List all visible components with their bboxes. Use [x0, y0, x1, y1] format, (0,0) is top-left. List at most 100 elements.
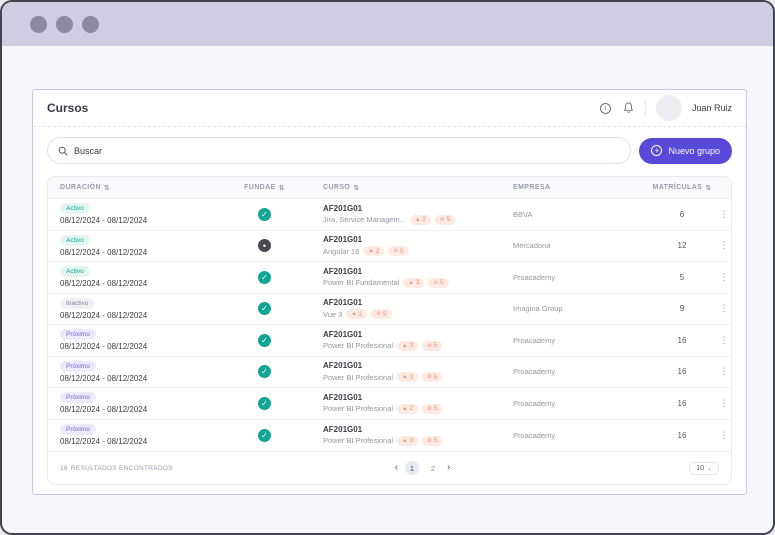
row-menu-button[interactable]: ⋮ — [713, 430, 732, 441]
course-badge-1: ▲2 — [397, 404, 418, 414]
duration-dates: 08/12/2024 - 08/12/2024 — [60, 279, 206, 288]
course-name: Power BI Fundamental — [323, 278, 399, 287]
row-menu-button[interactable]: ⋮ — [713, 240, 732, 251]
row-menu-button[interactable]: ⋮ — [713, 366, 732, 377]
fundae-status-icon: ✓ — [258, 208, 271, 221]
window-control-dot[interactable] — [56, 16, 73, 33]
info-icon[interactable]: i — [599, 102, 612, 115]
badge1-value: 3 — [410, 342, 414, 349]
status-badge: Próximo — [60, 361, 96, 372]
column-header-fundae[interactable]: FUNDAE⇅ — [206, 184, 323, 192]
row-menu-button[interactable]: ⋮ — [713, 209, 732, 220]
fundae-status-icon: • — [258, 239, 271, 252]
course-name: Vue 3 — [323, 310, 342, 319]
column-header-curso[interactable]: CURSO⇅ — [323, 184, 513, 192]
badge1-value: 3 — [410, 437, 414, 444]
course-badge-2: ⊘5 — [428, 278, 448, 288]
warning-icon: ▲ — [402, 406, 407, 412]
status-badge: Inactivo — [60, 298, 94, 309]
duration-cell: Activo 08/12/2024 - 08/12/2024 — [48, 266, 206, 288]
page-button-1[interactable]: 1 — [405, 461, 419, 475]
slash-icon: ⊘ — [427, 438, 432, 444]
search-box[interactable] — [47, 137, 631, 164]
bell-icon[interactable] — [622, 102, 635, 115]
duration-cell: Inactivo 08/12/2024 - 08/12/2024 — [48, 298, 206, 320]
search-input[interactable] — [74, 146, 620, 156]
duration-dates: 08/12/2024 - 08/12/2024 — [60, 374, 206, 383]
fundae-cell: ✓ — [206, 397, 323, 410]
table-row[interactable]: Activo 08/12/2024 - 08/12/2024 ✓ AF201G0… — [48, 199, 731, 231]
fundae-status-icon: ✓ — [258, 429, 271, 442]
fundae-cell: ✓ — [206, 271, 323, 284]
row-menu-button[interactable]: ⋮ — [713, 398, 732, 409]
table-row[interactable]: Próximo 08/12/2024 - 08/12/2024 ✓ AF201G… — [48, 388, 731, 420]
page-size-select[interactable]: 10 ⌄ — [689, 462, 719, 475]
duration-cell: Próximo 08/12/2024 - 08/12/2024 — [48, 329, 206, 351]
course-badge-1: ▲3 — [397, 436, 418, 446]
sort-icon[interactable]: ⇅ — [705, 184, 711, 192]
fundae-cell: ✓ — [206, 208, 323, 221]
sort-icon[interactable]: ⇅ — [104, 184, 110, 192]
course-name: Angular 16 — [323, 247, 359, 256]
table-row[interactable]: Próximo 08/12/2024 - 08/12/2024 ✓ AF201G… — [48, 357, 731, 389]
table-row[interactable]: Activo 08/12/2024 - 08/12/2024 • AF201G0… — [48, 231, 731, 263]
badge1-value: 2 — [376, 248, 380, 255]
slash-icon: ⊘ — [427, 374, 432, 380]
course-code: AF201G01 — [323, 361, 513, 370]
enrollment-count: 6 — [651, 210, 713, 219]
row-menu-button[interactable]: ⋮ — [713, 335, 732, 346]
header-divider — [645, 100, 646, 116]
table-row[interactable]: Inactivo 08/12/2024 - 08/12/2024 ✓ AF201… — [48, 294, 731, 326]
table-row[interactable]: Activo 08/12/2024 - 08/12/2024 ✓ AF201G0… — [48, 262, 731, 294]
table-row[interactable]: Próximo 08/12/2024 - 08/12/2024 ✓ AF201G… — [48, 420, 731, 452]
chevron-down-icon: ⌄ — [707, 465, 712, 472]
avatar[interactable] — [656, 95, 682, 121]
new-group-button[interactable]: + Nuevo grupo — [639, 138, 732, 164]
course-badge-1: ▲3 — [397, 341, 418, 351]
plus-circle-icon: + — [651, 145, 662, 156]
course-name: Power BI Profesional — [323, 341, 393, 350]
course-cell: AF201G01 Power BI Profesional ▲3 ⊘5 — [323, 361, 513, 382]
column-header-empresa[interactable]: EMPRESA — [513, 184, 651, 191]
fundae-cell: ✓ — [206, 429, 323, 442]
course-badge-2: ⊘5 — [422, 436, 442, 446]
course-badge-2: ⊘5 — [388, 246, 408, 256]
results-count: 16 — [60, 465, 68, 472]
warning-icon: ▲ — [408, 280, 413, 286]
warning-icon: ▲ — [351, 311, 356, 317]
badge1-value: 2 — [410, 405, 414, 412]
duration-dates: 08/12/2024 - 08/12/2024 — [60, 405, 206, 414]
company-name: Proacademy — [513, 431, 651, 440]
column-header-duracion[interactable]: DURACIÓN⇅ — [48, 184, 206, 192]
duration-dates: 08/12/2024 - 08/12/2024 — [60, 342, 206, 351]
badge1-value: 2 — [359, 311, 363, 318]
cursos-panel: Cursos i Juan Ruiz + Nuevo grupo — [32, 89, 747, 495]
chevron-right-icon[interactable]: › — [447, 463, 450, 473]
row-menu-button[interactable]: ⋮ — [713, 303, 732, 314]
course-badge-1: ▲2 — [410, 215, 431, 225]
course-cell: AF201G01 Angular 16 ▲2 ⊘5 — [323, 235, 513, 256]
table-row[interactable]: Próximo 08/12/2024 - 08/12/2024 ✓ AF201G… — [48, 325, 731, 357]
page-button-2[interactable]: 2 — [426, 461, 440, 475]
course-code: AF201G01 — [323, 393, 513, 402]
column-header-matriculas[interactable]: MATRÍCULAS⇅ — [651, 184, 713, 192]
row-menu-button[interactable]: ⋮ — [713, 272, 732, 283]
fundae-status-icon: ✓ — [258, 365, 271, 378]
duration-cell: Próximo 08/12/2024 - 08/12/2024 — [48, 424, 206, 446]
sort-icon[interactable]: ⇅ — [353, 184, 359, 192]
sort-icon[interactable]: ⇅ — [279, 184, 285, 192]
course-badge-2: ⊘5 — [422, 404, 442, 414]
enrollment-count: 5 — [651, 273, 713, 282]
course-name: Power BI Profesional — [323, 373, 393, 382]
window-control-dot[interactable] — [30, 16, 47, 33]
course-cell: AF201G01 Power BI Profesional ▲3 ⊘5 — [323, 330, 513, 351]
badge2-value: 5 — [434, 405, 438, 412]
enrollment-count: 16 — [651, 336, 713, 345]
warning-icon: ▲ — [402, 438, 407, 444]
slash-icon: ⊘ — [427, 406, 432, 412]
fundae-status-icon: ✓ — [258, 271, 271, 284]
fundae-status-icon: ✓ — [258, 302, 271, 315]
chevron-left-icon[interactable]: ‹ — [395, 463, 398, 473]
window-control-dot[interactable] — [82, 16, 99, 33]
slash-icon: ⊘ — [427, 343, 432, 349]
